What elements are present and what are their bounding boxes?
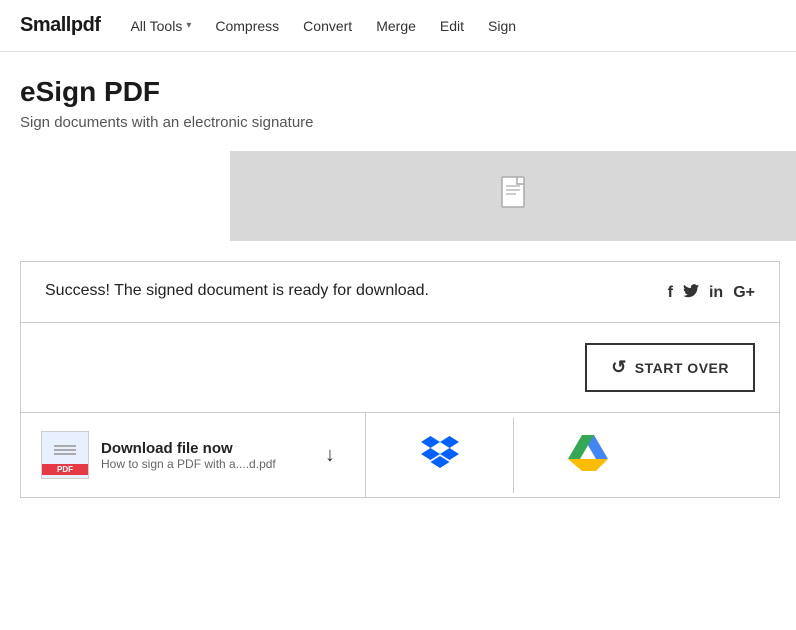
success-message: Success! The signed document is ready fo… xyxy=(45,282,429,300)
start-over-button[interactable]: ↺ START OVER xyxy=(585,343,755,392)
success-box: Success! The signed document is ready fo… xyxy=(20,261,780,498)
pdf-label: PDF xyxy=(42,464,88,475)
nav-sign[interactable]: Sign xyxy=(488,18,516,34)
success-actions: ↺ START OVER xyxy=(21,323,779,413)
download-arrow-icon[interactable]: ↓ xyxy=(325,444,345,467)
doc-lines xyxy=(54,445,76,455)
start-over-icon: ↺ xyxy=(611,357,627,378)
dropbox-icon[interactable] xyxy=(421,436,459,475)
page-subtitle: Sign documents with an electronic signat… xyxy=(20,114,776,131)
download-row: PDF Download file now How to sign a PDF … xyxy=(21,413,779,497)
pdf-file-icon: PDF xyxy=(41,431,89,479)
success-top: Success! The signed document is ready fo… xyxy=(21,262,779,323)
start-over-label: START OVER xyxy=(635,360,729,376)
nav-convert[interactable]: Convert xyxy=(303,18,352,34)
page-title: eSign PDF xyxy=(20,76,776,108)
file-icon xyxy=(501,176,529,217)
main-content: eSign PDF Sign documents with an electro… xyxy=(0,52,796,498)
nav-edit[interactable]: Edit xyxy=(440,18,464,34)
chevron-icon: ▾ xyxy=(186,20,191,31)
social-icons: f in G+ xyxy=(668,284,755,302)
dropbox-section[interactable] xyxy=(366,418,514,493)
header: Smallpdf All Tools ▾ Compress Convert Me… xyxy=(0,0,796,52)
googleplus-icon[interactable]: G+ xyxy=(733,284,755,302)
download-subtitle: How to sign a PDF with a....d.pdf xyxy=(101,457,276,471)
facebook-icon[interactable]: f xyxy=(668,284,673,302)
linkedin-icon[interactable]: in xyxy=(709,284,723,302)
download-title: Download file now xyxy=(101,440,276,457)
download-section: PDF Download file now How to sign a PDF … xyxy=(21,413,366,497)
file-drop-area[interactable] xyxy=(230,151,796,241)
nav-all-tools[interactable]: All Tools ▾ xyxy=(130,18,191,34)
twitter-icon[interactable] xyxy=(683,284,699,302)
download-info: Download file now How to sign a PDF with… xyxy=(101,440,276,471)
nav-merge[interactable]: Merge xyxy=(376,18,416,34)
nav-compress[interactable]: Compress xyxy=(215,18,279,34)
drive-section[interactable] xyxy=(514,417,662,493)
logo[interactable]: Smallpdf xyxy=(20,14,100,37)
google-drive-icon[interactable] xyxy=(568,435,608,475)
main-nav: All Tools ▾ Compress Convert Merge Edit … xyxy=(130,18,516,34)
